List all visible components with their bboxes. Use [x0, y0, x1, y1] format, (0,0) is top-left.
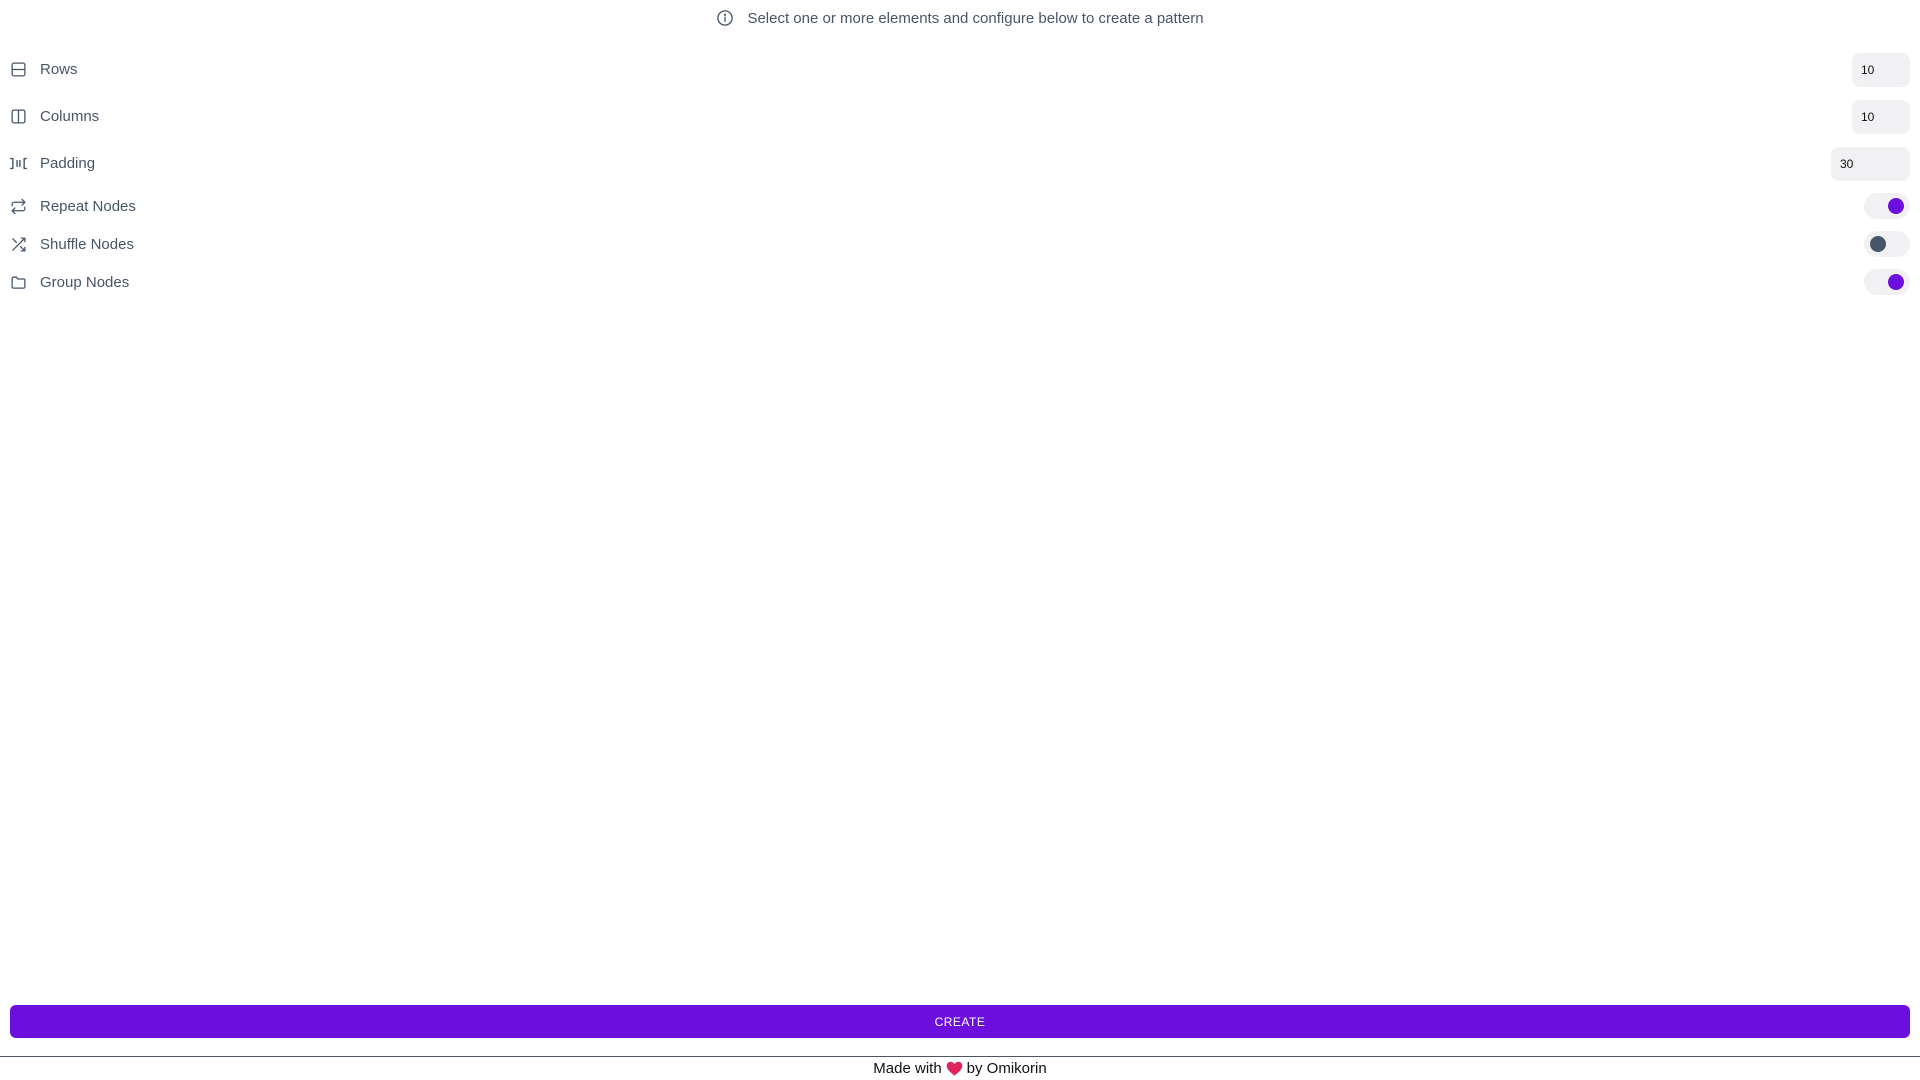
repeat-icon [10, 198, 27, 215]
option-padding: Padding [10, 140, 1910, 187]
toggle-knob [1888, 274, 1904, 290]
option-columns-label-group: Columns [10, 108, 99, 125]
group-nodes-label: Group Nodes [40, 273, 130, 291]
option-shuffle-nodes: Shuffle Nodes [10, 225, 1910, 263]
option-shuffle-label-group: Shuffle Nodes [10, 236, 134, 253]
shuffle-icon [10, 236, 27, 253]
info-icon [716, 9, 734, 27]
heart-icon [946, 1061, 963, 1076]
pattern-plugin-panel: Select one or more elements and configur… [0, 0, 1920, 1080]
option-columns: Columns [10, 93, 1910, 140]
repeat-nodes-label: Repeat Nodes [40, 197, 136, 215]
columns-label: Columns [40, 108, 100, 125]
group-nodes-toggle[interactable] [1864, 269, 1910, 295]
shuffle-nodes-label: Shuffle Nodes [40, 235, 134, 253]
option-padding-label-group: Padding [10, 155, 95, 172]
info-banner: Select one or more elements and configur… [0, 8, 1920, 28]
option-group-nodes: Group Nodes [10, 263, 1910, 301]
options-list: Rows Columns [10, 46, 1910, 301]
toggle-knob [1888, 198, 1904, 214]
padding-icon [10, 155, 27, 172]
info-banner-text: Select one or more elements and configur… [747, 9, 1204, 27]
create-button[interactable]: CREATE [10, 1005, 1910, 1038]
option-rows-label-group: Rows [10, 61, 78, 78]
padding-label: Padding [40, 155, 96, 172]
rows-input[interactable] [1852, 52, 1910, 87]
option-repeat-nodes: Repeat Nodes [10, 187, 1910, 225]
toggle-knob [1870, 236, 1886, 252]
rows-label: Rows [40, 61, 78, 78]
columns-input[interactable] [1852, 99, 1910, 134]
shuffle-nodes-toggle[interactable] [1864, 231, 1910, 257]
folder-icon [10, 274, 27, 291]
footer: Made with by Omikorin [0, 1056, 1920, 1080]
rows-icon [10, 61, 27, 78]
footer-suffix: by Omikorin [966, 1060, 1047, 1077]
repeat-nodes-toggle[interactable] [1864, 193, 1910, 219]
option-group-label-group: Group Nodes [10, 274, 129, 291]
option-repeat-label-group: Repeat Nodes [10, 198, 136, 215]
option-rows: Rows [10, 46, 1910, 93]
columns-icon [10, 108, 27, 125]
padding-input[interactable] [1831, 146, 1910, 181]
footer-prefix: Made with [873, 1060, 942, 1077]
